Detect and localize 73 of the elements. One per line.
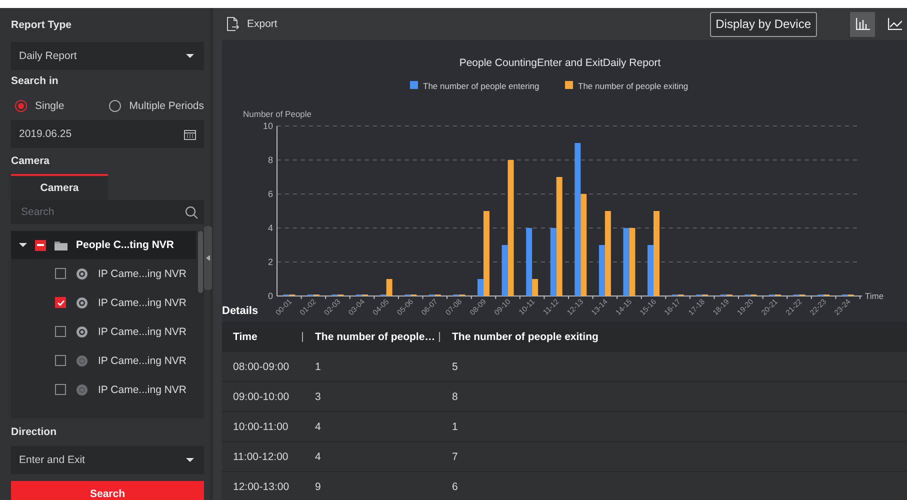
checkbox[interactable] — [55, 297, 66, 308]
calendar-icon — [184, 128, 196, 140]
report-type-dropdown[interactable]: Daily Report — [11, 42, 204, 70]
checkbox[interactable] — [55, 326, 66, 337]
checkbox[interactable] — [55, 355, 66, 366]
section-label: Search in — [11, 74, 60, 89]
radio-option[interactable]: Single — [15, 100, 64, 112]
y-tick-label: 0 — [268, 291, 273, 301]
table-cell-text: 5 — [451, 360, 459, 374]
column-header[interactable]: Time — [222, 322, 304, 352]
column-header[interactable]: The number of people… — [304, 322, 441, 352]
camera-tab[interactable]: Camera — [11, 174, 108, 200]
table-cell-text: 12:00-13:00 — [232, 480, 290, 494]
y-tick-label: 6 — [268, 189, 273, 199]
section-label: Report Type — [11, 18, 72, 33]
camera-icon — [76, 296, 88, 308]
legend-label: The number of people exiting — [578, 81, 688, 91]
tree-item[interactable]: IP Came...ing NVR — [11, 346, 204, 375]
table-cell-text: 09:00-10:00 — [232, 390, 290, 404]
bar-chart-icon — [856, 18, 870, 30]
camera-icon — [76, 326, 88, 338]
camera-icon — [76, 268, 88, 280]
camera-icon — [76, 384, 88, 396]
checkbox[interactable] — [35, 240, 46, 250]
direction-dropdown[interactable]: Enter and Exit — [11, 446, 204, 474]
column-header[interactable]: The number of people exiting — [441, 322, 907, 352]
bar-chart-button[interactable] — [850, 12, 875, 36]
y-axis-title: Number of People — [243, 109, 312, 119]
table-cell-text: 1 — [314, 360, 322, 374]
chart-title: People CountingEnter and ExitDaily Report — [459, 57, 661, 69]
table-cell-text: 4 — [314, 420, 322, 434]
checkbox[interactable] — [55, 268, 66, 279]
caret-icon — [186, 54, 194, 58]
tree-item[interactable]: IP Came...ing NVR — [11, 317, 204, 346]
details-heading: Details — [222, 305, 258, 317]
legend-label: The number of people entering — [423, 81, 540, 91]
tree-item[interactable]: IP Came...ing NVR — [11, 259, 204, 288]
scrollbar[interactable] — [198, 231, 203, 293]
search-field[interactable]: Search — [11, 200, 204, 224]
tree-item[interactable]: IP Came...ing NVR — [11, 375, 204, 404]
x-axis-title: Time — [865, 291, 884, 301]
tree-item[interactable]: People C...ting NVR — [11, 231, 196, 259]
y-tick-label: 10 — [262, 121, 273, 131]
folder-icon — [54, 240, 68, 250]
table-cell-text: 11:00-12:00 — [232, 450, 290, 464]
section-label: Camera — [11, 154, 51, 169]
tree-item[interactable]: IP Came...ing NVR — [11, 288, 204, 317]
y-tick-label: 4 — [268, 223, 273, 233]
radio-option[interactable]: Multiple Periods — [109, 100, 204, 112]
caret-icon — [186, 458, 194, 462]
table-cell-text: 8 — [451, 390, 459, 404]
display-by-device-button[interactable]: Display by Device — [710, 12, 817, 36]
camera-icon — [76, 354, 88, 366]
checkbox[interactable] — [55, 384, 66, 395]
table-cell-text: 7 — [451, 450, 459, 464]
search-button[interactable]: Search — [11, 481, 204, 500]
table-cell-text: 3 — [314, 390, 322, 404]
y-tick-label: 8 — [268, 155, 273, 165]
date-field[interactable]: 2019.06.25 — [11, 120, 204, 148]
y-tick-label: 2 — [268, 257, 273, 267]
table-cell-text: 1 — [451, 420, 459, 434]
table-cell-text: 10:00-11:00 — [232, 420, 290, 434]
table-cell-text: 4 — [314, 450, 322, 464]
table-cell-text: 08:00-09:00 — [232, 360, 290, 374]
collapse-handle[interactable] — [204, 226, 212, 290]
table-cell-text: 6 — [451, 480, 459, 494]
search-input[interactable]: Search — [19, 205, 159, 219]
search-icon — [185, 206, 198, 218]
table-cell-text: 9 — [314, 480, 322, 494]
export-button[interactable]: Export — [226, 17, 278, 31]
export-icon — [226, 17, 239, 31]
line-chart-icon — [888, 18, 902, 30]
section-label: Direction — [11, 425, 58, 440]
